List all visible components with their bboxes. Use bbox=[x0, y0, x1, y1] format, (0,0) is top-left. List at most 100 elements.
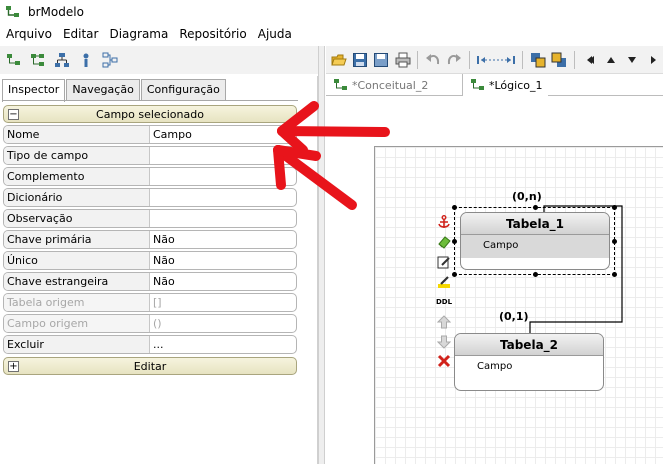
edit-footer[interactable]: + Editar bbox=[3, 357, 297, 375]
menu-ajuda[interactable]: Ajuda bbox=[258, 27, 292, 41]
property-value[interactable] bbox=[150, 189, 296, 206]
property-key: Observação bbox=[4, 210, 150, 227]
tab-configuracao[interactable]: Configuração bbox=[140, 79, 226, 101]
open-folder-icon[interactable] bbox=[329, 50, 348, 70]
redo-icon[interactable] bbox=[445, 50, 464, 70]
resize-handle[interactable] bbox=[612, 272, 617, 277]
property-value: [] bbox=[153, 296, 162, 309]
property-key: Campo origem bbox=[4, 315, 150, 332]
property-key: Complemento bbox=[4, 168, 150, 185]
menu-diagrama[interactable]: Diagrama bbox=[109, 27, 168, 41]
toolbar-separator bbox=[573, 50, 575, 69]
tab-conceitual-label: *Conceitual_2 bbox=[352, 78, 429, 92]
property-value[interactable]: Não bbox=[150, 273, 296, 290]
resize-handle[interactable] bbox=[452, 239, 457, 244]
property-row[interactable]: Nome Campo bbox=[3, 125, 297, 144]
brmodelo-logo-icon bbox=[5, 4, 21, 20]
table-entity-2[interactable]: Tabela_2 Campo bbox=[454, 333, 604, 391]
attribute-icon[interactable] bbox=[76, 50, 96, 70]
window-title: brModelo bbox=[28, 5, 84, 19]
menu-bar: Arquivo Editar Diagrama Repositório Ajud… bbox=[0, 24, 663, 44]
entity-tree-icon[interactable] bbox=[4, 50, 24, 70]
table-name: Tabela_2 bbox=[455, 334, 603, 356]
selected-field-header[interactable]: − Campo selecionado bbox=[3, 105, 297, 123]
title-bar: brModelo bbox=[0, 0, 663, 24]
property-key: Tabela origem bbox=[4, 294, 150, 311]
logical-model-icon bbox=[471, 79, 484, 90]
resize-handle[interactable] bbox=[533, 205, 538, 210]
move-up-icon[interactable] bbox=[601, 50, 620, 70]
property-row[interactable]: Tabela origem[] bbox=[3, 293, 297, 312]
resize-handle[interactable] bbox=[452, 272, 457, 277]
tab-conceitual[interactable]: *Conceitual_2 bbox=[326, 74, 463, 96]
panel-splitter[interactable] bbox=[318, 46, 325, 464]
move-right-icon[interactable] bbox=[644, 50, 663, 70]
menu-repositorio[interactable]: Repositório bbox=[179, 27, 246, 41]
relation-tree-icon[interactable] bbox=[28, 50, 48, 70]
property-value: () bbox=[153, 317, 162, 330]
property-value[interactable] bbox=[150, 168, 296, 185]
property-key: Dicionário bbox=[4, 189, 150, 206]
property-value[interactable]: ... bbox=[150, 336, 296, 353]
hierarchy-icon[interactable] bbox=[52, 50, 72, 70]
relationship-connector[interactable] bbox=[326, 96, 663, 464]
move-down-icon[interactable] bbox=[622, 50, 641, 70]
header-label: Campo selecionado bbox=[96, 107, 204, 121]
save-as-icon[interactable] bbox=[372, 50, 391, 70]
property-key: Tipo de campo bbox=[4, 147, 150, 164]
conceptual-model-icon bbox=[334, 79, 347, 90]
tab-logico-label: *Lógico_1 bbox=[489, 78, 543, 92]
property-value[interactable]: Campo bbox=[150, 126, 296, 143]
property-row[interactable]: Excluir... bbox=[3, 335, 297, 354]
diagram-canvas-area: DDL (0,n) (0,1) Tabela_1 Campo Tabela_2 … bbox=[326, 96, 663, 464]
edit-label: Editar bbox=[133, 359, 167, 373]
property-row[interactable]: Dicionário bbox=[3, 188, 297, 207]
toolbar-separator bbox=[468, 50, 470, 69]
resize-handle[interactable] bbox=[612, 205, 617, 210]
property-row[interactable]: Observação bbox=[3, 209, 297, 228]
diagram-toolbar bbox=[326, 46, 663, 74]
property-key: Nome bbox=[4, 126, 150, 143]
table-name: Tabela_1 bbox=[461, 213, 609, 235]
property-row[interactable]: Chave primária Não bbox=[3, 230, 297, 249]
connector-icon[interactable] bbox=[100, 50, 120, 70]
cardinality-label-1: (0,n) bbox=[512, 190, 542, 203]
resize-handle[interactable] bbox=[533, 272, 538, 277]
property-key: Chave estrangeira bbox=[4, 273, 150, 290]
table-entity-1[interactable]: Tabela_1 Campo bbox=[460, 212, 610, 270]
collapse-icon[interactable]: − bbox=[8, 108, 19, 120]
property-row[interactable]: Único Não bbox=[3, 251, 297, 270]
property-key: Chave primária bbox=[4, 231, 150, 248]
table-field[interactable]: Campo bbox=[455, 356, 603, 379]
toolbar-separator bbox=[417, 50, 419, 69]
toolbar-separator bbox=[522, 50, 524, 69]
expand-icon[interactable]: + bbox=[8, 360, 19, 372]
property-value[interactable]: Não bbox=[150, 231, 296, 248]
inspector-panel: Inspector Navegação Configuração − Campo… bbox=[0, 76, 318, 464]
property-value[interactable] bbox=[150, 147, 296, 164]
send-back-icon[interactable] bbox=[550, 50, 569, 70]
left-toolbar bbox=[0, 46, 320, 74]
property-value[interactable]: Não bbox=[150, 252, 296, 269]
bring-front-icon[interactable] bbox=[528, 50, 547, 70]
property-row[interactable]: Campo origem() bbox=[3, 314, 297, 333]
menu-arquivo[interactable]: Arquivo bbox=[6, 27, 52, 41]
document-tabs: *Conceitual_2 *Lógico_1 bbox=[326, 74, 663, 96]
tab-inspector[interactable]: Inspector bbox=[2, 79, 66, 102]
cardinality-label-2: (0,1) bbox=[499, 310, 529, 323]
save-icon[interactable] bbox=[350, 50, 369, 70]
fit-width-icon[interactable] bbox=[475, 50, 517, 70]
resize-handle[interactable] bbox=[452, 205, 457, 210]
property-row[interactable]: Complemento bbox=[3, 167, 297, 186]
move-first-icon[interactable] bbox=[580, 50, 599, 70]
print-icon[interactable] bbox=[393, 50, 412, 70]
tab-navegacao[interactable]: Navegação bbox=[66, 79, 140, 101]
property-row[interactable]: Chave estrangeira Não bbox=[3, 272, 297, 291]
menu-editar[interactable]: Editar bbox=[63, 27, 99, 41]
property-value[interactable] bbox=[150, 210, 296, 227]
resize-handle[interactable] bbox=[612, 239, 617, 244]
table-field[interactable]: Campo bbox=[461, 235, 609, 258]
tab-logico[interactable]: *Lógico_1 bbox=[463, 74, 549, 96]
undo-icon[interactable] bbox=[423, 50, 442, 70]
property-row[interactable]: Tipo de campo bbox=[3, 146, 297, 165]
